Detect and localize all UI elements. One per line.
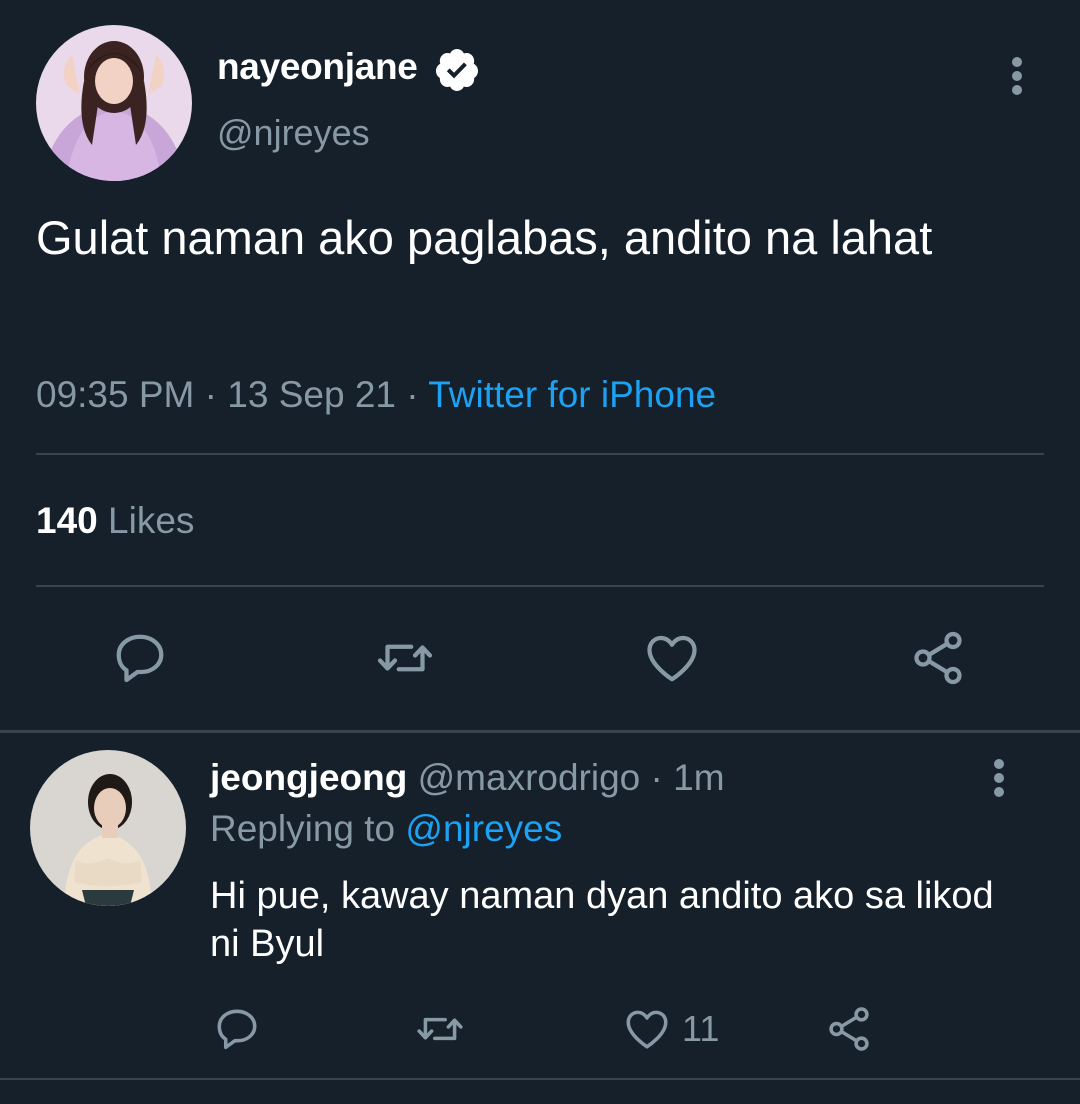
reply-age: 1m [673, 757, 725, 798]
tweet-text: Gulat naman ako paglabas, andito na laha… [36, 211, 933, 264]
likes-label: Likes [108, 500, 195, 541]
reply-text: Hi pue, kaway naman dyan andito ako sa l… [210, 875, 994, 965]
meta-separator: · [406, 374, 429, 415]
avatar-photo [36, 25, 192, 181]
avatar-photo [30, 750, 186, 906]
reply-like-button[interactable] [622, 1004, 672, 1056]
more-vertical-icon[interactable] [1000, 54, 1034, 98]
replying-mention-link[interactable]: @njreyes [405, 808, 562, 849]
replying-prefix: Replying to [210, 808, 396, 849]
reply-header: jeongjeong @maxrodrigo · 1m [210, 757, 725, 799]
reply-icon [217, 1009, 257, 1050]
more-vertical-icon[interactable] [982, 756, 1016, 800]
tweet-detail-screen: nayeonjane @njreyes Gulat naman ako pagl… [0, 0, 1080, 1104]
heart-icon [626, 1010, 668, 1049]
tweet-meta: 09:35 PM · 13 Sep 21 · Twitter for iPhon… [36, 374, 716, 416]
author-name[interactable]: nayeonjane [217, 46, 418, 88]
divider [36, 585, 1044, 587]
avatar[interactable] [36, 25, 192, 181]
reply-icon[interactable] [110, 628, 170, 688]
heart-icon[interactable] [642, 628, 702, 688]
main-tweet: nayeonjane @njreyes Gulat naman ako pagl… [0, 0, 1080, 730]
reply-like-count: 11 [682, 1008, 720, 1049]
reply-author-name[interactable]: jeongjeong [210, 757, 407, 798]
reply-reply-button[interactable] [212, 1004, 262, 1056]
likes-stat[interactable]: 140 Likes [36, 500, 194, 542]
tweet-time: 09:35 PM [36, 374, 195, 415]
likes-count: 140 [36, 500, 98, 541]
verified-badge-icon [435, 49, 478, 91]
retweet-icon[interactable] [375, 628, 435, 688]
tweet-date: 13 Sep 21 [227, 374, 396, 415]
retweet-icon [417, 1017, 463, 1041]
divider [0, 1078, 1080, 1080]
reply-share-button[interactable] [824, 1004, 874, 1056]
meta-separator: · [650, 757, 674, 798]
divider [36, 453, 1044, 455]
reply-author-handle[interactable]: @maxrodrigo [418, 757, 641, 798]
share-icon[interactable] [908, 628, 968, 688]
tweet-source-link[interactable]: Twitter for iPhone [428, 374, 716, 415]
section-separator [0, 730, 1080, 733]
reply-retweet-button[interactable] [415, 1004, 465, 1056]
reply-avatar[interactable] [30, 750, 186, 906]
meta-separator: · [204, 374, 228, 415]
replying-to: Replying to @njreyes [210, 808, 562, 850]
author-handle[interactable]: @njreyes [217, 112, 370, 154]
share-icon [829, 1007, 869, 1051]
